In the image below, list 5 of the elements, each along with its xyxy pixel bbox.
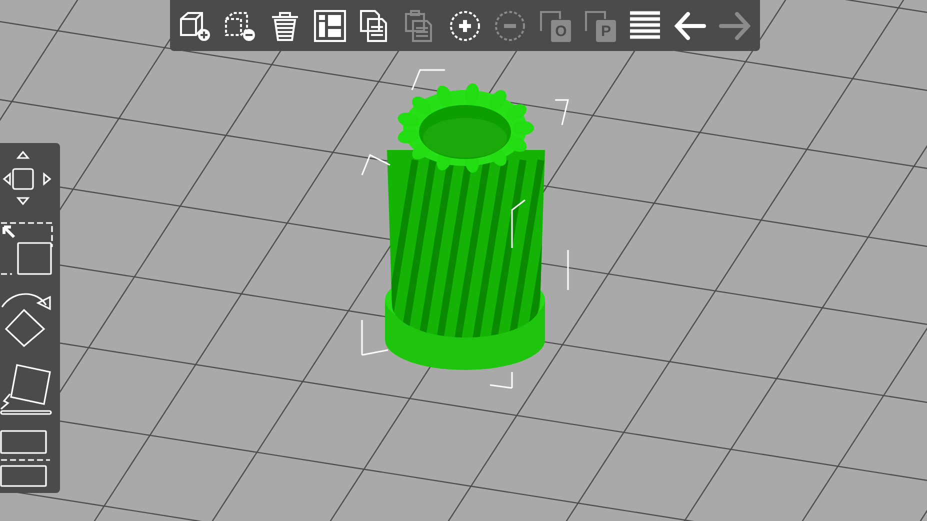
move-icon	[0, 149, 54, 207]
scale-icon	[0, 219, 54, 277]
plus-circle-icon	[448, 8, 482, 42]
arrange-icon	[313, 8, 347, 42]
minus-circle-icon	[493, 8, 527, 42]
